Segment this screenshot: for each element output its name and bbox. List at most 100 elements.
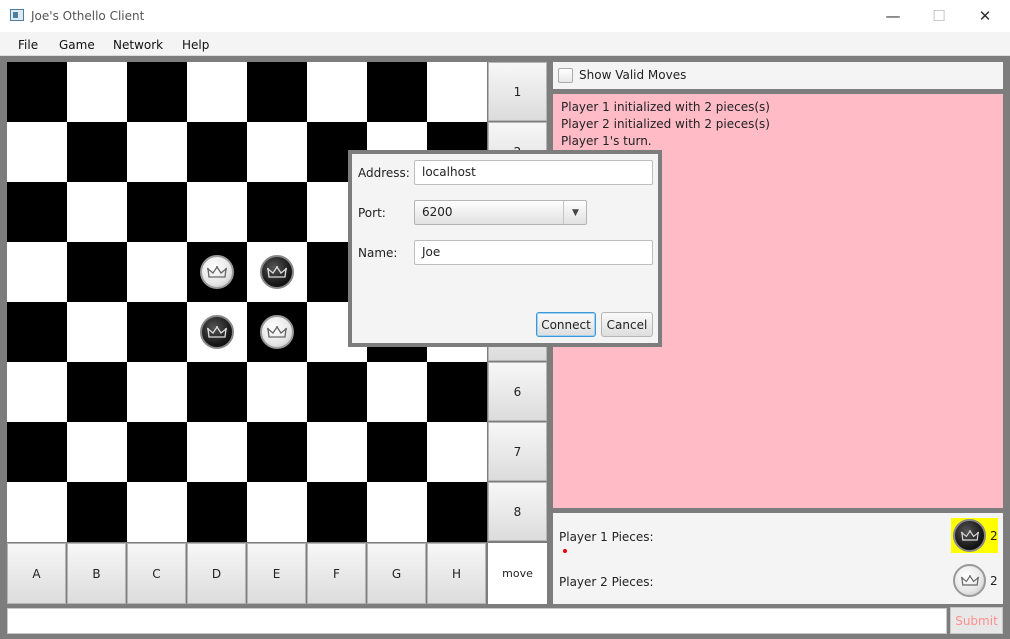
row-button-7[interactable]: 7 xyxy=(488,422,547,481)
board-square-d7[interactable] xyxy=(187,422,247,482)
show-valid-moves-checkbox[interactable] xyxy=(558,68,573,83)
board-square-e3[interactable] xyxy=(247,182,307,242)
player2-count: 2 xyxy=(990,574,998,588)
board-square-a4[interactable] xyxy=(7,242,67,302)
port-select[interactable]: 6200 xyxy=(414,200,587,225)
board-square-d5[interactable] xyxy=(187,302,247,362)
row-button-1[interactable]: 1 xyxy=(488,62,547,121)
player2-piece-icon xyxy=(953,564,986,597)
title-bar xyxy=(0,0,1010,32)
board-square-c3[interactable] xyxy=(127,182,187,242)
player2-label: Player 2 Pieces: xyxy=(559,575,654,589)
close-icon[interactable]: ✕ xyxy=(962,0,1008,32)
board-square-a3[interactable] xyxy=(7,182,67,242)
board-square-a8[interactable] xyxy=(7,482,67,542)
board-square-c6[interactable] xyxy=(127,362,187,422)
board-square-e8[interactable] xyxy=(247,482,307,542)
column-button-d[interactable]: D xyxy=(187,543,246,604)
board-square-d1[interactable] xyxy=(187,62,247,122)
board-square-e4[interactable] xyxy=(247,242,307,302)
board-square-d2[interactable] xyxy=(187,122,247,182)
board-square-g1[interactable] xyxy=(367,62,427,122)
menu-network[interactable]: Network xyxy=(113,38,163,52)
board-square-b2[interactable] xyxy=(67,122,127,182)
submit-button[interactable]: Submit xyxy=(950,607,1003,634)
board-square-d4[interactable] xyxy=(187,242,247,302)
column-button-f[interactable]: F xyxy=(307,543,366,604)
board-square-b6[interactable] xyxy=(67,362,127,422)
board-square-c1[interactable] xyxy=(127,62,187,122)
board-square-f8[interactable] xyxy=(307,482,367,542)
board-square-g6[interactable] xyxy=(367,362,427,422)
move-indicator: move xyxy=(488,543,547,604)
row-button-8[interactable]: 8 xyxy=(488,482,547,541)
board-square-h8[interactable] xyxy=(427,482,487,542)
board-square-b1[interactable] xyxy=(67,62,127,122)
log-line: Player 1 initialized with 2 pieces(s) xyxy=(561,100,770,114)
board-square-b5[interactable] xyxy=(67,302,127,362)
board-square-g7[interactable] xyxy=(367,422,427,482)
board-square-e7[interactable] xyxy=(247,422,307,482)
board-square-c7[interactable] xyxy=(127,422,187,482)
white-piece xyxy=(200,255,234,289)
player1-label: Player 1 Pieces: xyxy=(559,530,654,544)
board-square-c2[interactable] xyxy=(127,122,187,182)
board-square-a6[interactable] xyxy=(7,362,67,422)
board-square-e2[interactable] xyxy=(247,122,307,182)
player1-count: 2 xyxy=(990,529,998,543)
column-button-a[interactable]: A xyxy=(7,543,66,604)
board-square-g8[interactable] xyxy=(367,482,427,542)
log-line: Player 1's turn. xyxy=(561,134,652,148)
menu-game[interactable]: Game xyxy=(59,38,95,52)
player1-piece-icon xyxy=(953,519,986,552)
score-panel xyxy=(553,513,1003,604)
column-button-c[interactable]: C xyxy=(127,543,186,604)
board-square-d6[interactable] xyxy=(187,362,247,422)
board-square-h6[interactable] xyxy=(427,362,487,422)
column-button-e[interactable]: E xyxy=(247,543,306,604)
board-square-h1[interactable] xyxy=(427,62,487,122)
chevron-down-icon[interactable]: ▼ xyxy=(563,201,587,224)
message-input[interactable] xyxy=(7,608,947,634)
board-square-c8[interactable] xyxy=(127,482,187,542)
column-button-b[interactable]: B xyxy=(67,543,126,604)
board-square-e1[interactable] xyxy=(247,62,307,122)
row-button-6[interactable]: 6 xyxy=(488,362,547,421)
board-square-f7[interactable] xyxy=(307,422,367,482)
board-square-b7[interactable] xyxy=(67,422,127,482)
white-piece xyxy=(260,315,294,349)
board-square-b8[interactable] xyxy=(67,482,127,542)
connect-button[interactable]: Connect xyxy=(536,312,596,337)
menu-help[interactable]: Help xyxy=(182,38,209,52)
board-square-b3[interactable] xyxy=(67,182,127,242)
board-square-a5[interactable] xyxy=(7,302,67,362)
board-square-a1[interactable] xyxy=(7,62,67,122)
turn-indicator-dot xyxy=(563,549,567,553)
address-label: Address: xyxy=(358,166,410,180)
menu-file[interactable]: File xyxy=(18,38,38,52)
maximize-icon[interactable]: ☐ xyxy=(916,0,962,32)
board-square-d3[interactable] xyxy=(187,182,247,242)
cancel-button[interactable]: Cancel xyxy=(601,312,653,337)
board-square-c4[interactable] xyxy=(127,242,187,302)
board-square-a2[interactable] xyxy=(7,122,67,182)
black-piece xyxy=(260,255,294,289)
board-square-f6[interactable] xyxy=(307,362,367,422)
board-square-d8[interactable] xyxy=(187,482,247,542)
minimize-icon[interactable]: — xyxy=(870,0,916,32)
board-square-c5[interactable] xyxy=(127,302,187,362)
port-label: Port: xyxy=(358,206,386,220)
board-square-e6[interactable] xyxy=(247,362,307,422)
board-square-b4[interactable] xyxy=(67,242,127,302)
board-square-e5[interactable] xyxy=(247,302,307,362)
name-label: Name: xyxy=(358,246,398,260)
show-valid-moves-label[interactable]: Show Valid Moves xyxy=(579,68,686,82)
column-button-h[interactable]: H xyxy=(427,543,486,604)
board-square-f1[interactable] xyxy=(307,62,367,122)
black-piece xyxy=(200,315,234,349)
board-square-h7[interactable] xyxy=(427,422,487,482)
address-field[interactable]: localhost xyxy=(414,160,653,185)
name-field[interactable]: Joe xyxy=(414,240,653,265)
column-button-g[interactable]: G xyxy=(367,543,426,604)
board-square-a7[interactable] xyxy=(7,422,67,482)
